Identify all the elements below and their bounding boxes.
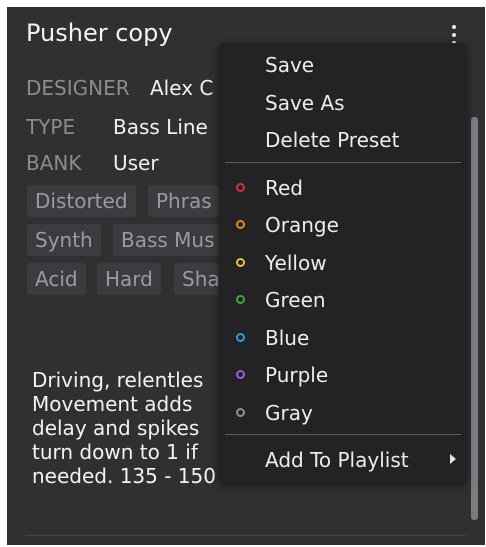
tag-chip[interactable]: Distorted <box>27 185 136 217</box>
menu-item-delete-preset[interactable]: Delete Preset <box>265 128 399 152</box>
menu-item-save-as[interactable]: Save As <box>265 91 345 115</box>
orange-circle-icon <box>236 220 245 229</box>
red-circle-icon <box>236 183 245 192</box>
tag-chip[interactable]: Bass Mus <box>113 224 223 256</box>
bank-label: BANK <box>26 151 82 175</box>
tag-chip[interactable]: Phras <box>148 185 220 217</box>
type-value: Bass Line <box>113 115 208 139</box>
menu-item-color-purple[interactable]: Purple <box>265 363 328 387</box>
bank-value: User <box>113 151 159 175</box>
preset-title: Pusher copy <box>26 19 173 47</box>
type-label: TYPE <box>26 115 76 139</box>
tag-chip[interactable]: Synth <box>27 224 101 256</box>
menu-item-save[interactable]: Save <box>265 53 314 77</box>
designer-row: DESIGNER Alex C <box>26 76 213 100</box>
menu-item-color-red[interactable]: Red <box>265 176 303 200</box>
menu-item-color-green[interactable]: Green <box>265 288 326 312</box>
type-row: TYPE Bass Line <box>26 115 208 139</box>
menu-item-color-blue[interactable]: Blue <box>265 326 309 350</box>
designer-value: Alex C <box>150 76 214 100</box>
menu-separator <box>225 162 461 163</box>
bank-row: BANK User <box>26 151 159 175</box>
divider <box>26 535 466 536</box>
scrollbar-thumb[interactable] <box>471 117 478 520</box>
tag-chip[interactable]: Hard <box>97 263 161 295</box>
gray-circle-icon <box>236 408 245 417</box>
designer-label: DESIGNER <box>26 76 130 100</box>
menu-item-color-yellow[interactable]: Yellow <box>265 251 327 275</box>
yellow-circle-icon <box>236 258 245 267</box>
menu-item-color-orange[interactable]: Orange <box>265 213 339 237</box>
menu-item-color-gray[interactable]: Gray <box>265 401 313 425</box>
blue-circle-icon <box>236 333 245 342</box>
green-circle-icon <box>236 295 245 304</box>
preset-context-menu: Save Save As Delete Preset Red Orange Ye… <box>219 43 466 483</box>
chevron-right-icon <box>450 454 456 464</box>
menu-separator <box>225 434 461 435</box>
preset-info-panel: Pusher copy DESIGNER Alex C TYPE Bass Line… <box>7 7 485 545</box>
tag-chip[interactable]: Acid <box>27 263 86 295</box>
menu-item-add-to-playlist[interactable]: Add To Playlist <box>265 448 409 472</box>
purple-circle-icon <box>236 370 245 379</box>
